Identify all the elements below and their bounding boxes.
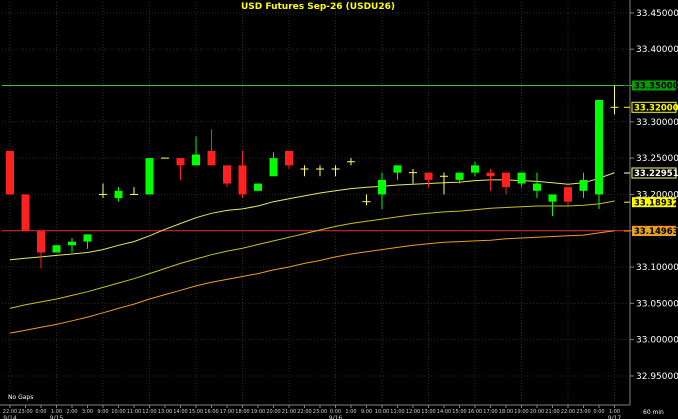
x-tick-label: 22:00 bbox=[561, 409, 575, 415]
x-tick-label: 16:00 bbox=[468, 409, 482, 415]
candle-body bbox=[37, 230, 45, 253]
candle-body bbox=[176, 158, 185, 166]
date-label: 9/16 bbox=[329, 415, 343, 419]
price-tag-label: 33.35000 bbox=[634, 82, 678, 92]
candle-body bbox=[455, 172, 464, 180]
candle-body bbox=[393, 165, 402, 173]
y-tick-label: 32.95000 bbox=[636, 372, 678, 382]
candle-body bbox=[114, 190, 123, 199]
x-tick-label: 0:00 bbox=[35, 409, 46, 415]
candle-body bbox=[83, 234, 92, 242]
candle-body bbox=[533, 183, 541, 191]
x-tick-label: 17:00 bbox=[220, 409, 234, 415]
x-tick-label: 22:00 bbox=[297, 409, 311, 415]
date-label: 9/15 bbox=[50, 415, 64, 419]
y-tick-label: 33.10000 bbox=[636, 263, 678, 273]
candle bbox=[21, 194, 30, 231]
x-tick-label: 14:00 bbox=[437, 409, 451, 415]
price-tag-label: 33.22951 bbox=[634, 169, 678, 179]
x-tick-label: 21:00 bbox=[282, 409, 296, 415]
x-tick-label: 20:00 bbox=[266, 409, 280, 415]
y-tick-label: 33.30000 bbox=[636, 118, 678, 128]
x-tick-label: 11:00 bbox=[390, 409, 404, 415]
candle-body bbox=[595, 100, 603, 195]
candle-body bbox=[285, 150, 293, 166]
candle-body bbox=[378, 179, 386, 195]
x-tick-label: 12:00 bbox=[406, 409, 420, 415]
x-tick-label: 16:00 bbox=[204, 409, 218, 415]
x-tick-label: 3:00 bbox=[82, 409, 93, 415]
x-tick-label: 15:00 bbox=[189, 409, 203, 415]
candle-body bbox=[486, 172, 495, 177]
x-tick-label: 23:00 bbox=[18, 409, 32, 415]
candle bbox=[595, 100, 603, 209]
x-tick-label: 11:00 bbox=[127, 409, 141, 415]
x-tick-label: 23:00 bbox=[576, 409, 590, 415]
x-tick-label: 9:00 bbox=[361, 409, 372, 415]
x-tick-label: 10:00 bbox=[375, 409, 389, 415]
x-tick-label: 18:00 bbox=[499, 409, 513, 415]
y-tick-label: 33.45000 bbox=[636, 9, 678, 19]
y-tick-label: 33.05000 bbox=[636, 299, 678, 309]
x-tick-label: 23:00 bbox=[313, 409, 327, 415]
candle-body bbox=[579, 179, 588, 191]
gaps-label: No Gaps bbox=[8, 394, 33, 401]
x-tick-label: 12:00 bbox=[142, 409, 156, 415]
date-label: 9/17 bbox=[608, 415, 622, 419]
candle-body bbox=[192, 154, 200, 166]
price-tag-label: 33.18932 bbox=[634, 198, 678, 208]
x-tick-label: 2:00 bbox=[66, 409, 77, 415]
price-tag-label: 33.32000 bbox=[634, 103, 678, 113]
candle bbox=[6, 150, 14, 195]
x-tick-label: 9:00 bbox=[97, 409, 108, 415]
candle-body bbox=[548, 194, 557, 202]
candle bbox=[254, 183, 262, 191]
candle-body bbox=[269, 158, 278, 177]
price-tag: 33.32000 bbox=[624, 101, 678, 113]
chart-background bbox=[0, 0, 678, 419]
x-tick-label: 13:00 bbox=[158, 409, 172, 415]
x-tick-label: 19:00 bbox=[251, 409, 265, 415]
candle-body bbox=[207, 150, 216, 166]
candle-body bbox=[68, 241, 76, 246]
interval-label: 60 min bbox=[643, 409, 664, 416]
price-tag: 33.35000 bbox=[624, 80, 678, 92]
candle-body bbox=[223, 165, 231, 184]
x-tick-label: 21:00 bbox=[545, 409, 559, 415]
x-tick-label: 20:00 bbox=[530, 409, 544, 415]
candle bbox=[145, 158, 154, 195]
x-tick-label: 17:00 bbox=[483, 409, 497, 415]
price-tag: 33.14963 bbox=[624, 226, 678, 237]
y-tick-label: 33.40000 bbox=[636, 45, 678, 55]
candle-body bbox=[6, 150, 14, 195]
candle-body bbox=[471, 165, 479, 173]
y-tick-label: 33.25000 bbox=[636, 154, 678, 164]
x-tick-label: 14:00 bbox=[173, 409, 187, 415]
candle-body bbox=[517, 172, 526, 184]
candle-body bbox=[52, 245, 61, 253]
x-tick-label: 13:00 bbox=[421, 409, 435, 415]
candle-body bbox=[424, 172, 433, 180]
candle-body bbox=[21, 194, 30, 231]
price-tag: 33.18932 bbox=[624, 197, 678, 208]
date-label: 9/14 bbox=[3, 415, 17, 419]
candle-body bbox=[502, 172, 510, 188]
candle-body bbox=[564, 187, 572, 202]
chart-title: USD Futures Sep-26 (USDU26) bbox=[241, 2, 395, 12]
x-tick-label: 19:00 bbox=[514, 409, 528, 415]
y-tick-label: 33.00000 bbox=[636, 336, 678, 346]
candle-body bbox=[254, 183, 262, 191]
x-tick-label: 1:00 bbox=[345, 409, 356, 415]
candle bbox=[52, 245, 61, 253]
price-tag: 33.22951 bbox=[624, 167, 678, 179]
candle-body bbox=[238, 165, 247, 195]
x-tick-label: 10:00 bbox=[111, 409, 125, 415]
x-tick-label: 15:00 bbox=[452, 409, 466, 415]
price-tag-label: 33.14963 bbox=[634, 227, 678, 237]
price-chart[interactable]: 33.45000 33.40000 33.35000 33.30000 33.25000… bbox=[0, 0, 678, 419]
x-tick-label: 0:00 bbox=[593, 409, 604, 415]
x-tick-label: 18:00 bbox=[235, 409, 249, 415]
candle-body bbox=[145, 158, 154, 195]
